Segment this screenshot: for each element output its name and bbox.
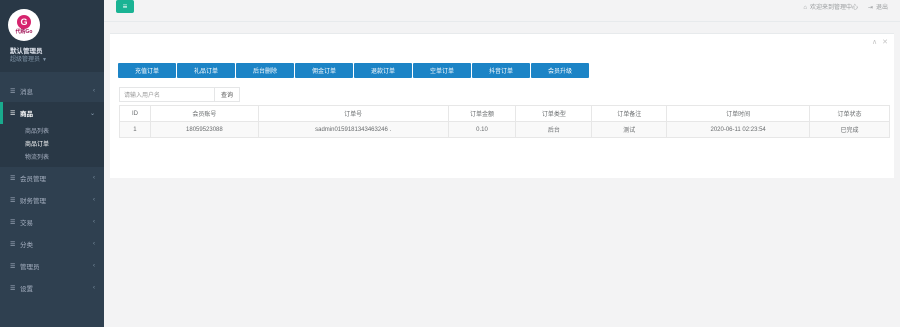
search-button[interactable]: 查询 <box>215 87 240 102</box>
hamburger-icon: ≡ <box>122 2 128 11</box>
cell-order-note: 测试 <box>591 121 668 138</box>
chevron-down-icon: ⌄ <box>89 110 95 117</box>
sidebar-item-admins[interactable]: ☰ 管理员 ‹ <box>0 255 104 277</box>
top-navbar: ≡ ⌂ 欢迎来到管理中心 ⇥ 退出 <box>104 0 900 22</box>
orders-table: ID 会员账号 订单号 订单金额 订单类型 订单备注 订单时间 订单状态 1 1… <box>119 105 890 138</box>
welcome-text: 欢迎来到管理中心 <box>809 5 858 11</box>
column-header[interactable]: 订单备注 <box>591 105 668 122</box>
column-header[interactable]: 订单时间 <box>666 105 811 122</box>
gift-orders-button[interactable]: 礼品订单 <box>177 63 235 78</box>
table-header-row: ID 会员账号 订单号 订单金额 订单类型 订单备注 订单时间 订单状态 <box>119 105 890 122</box>
avatar[interactable]: G 代购Go <box>8 9 40 41</box>
menu-toggle-button[interactable]: ≡ <box>116 0 134 13</box>
sidebar-item-categories[interactable]: ☰ 分类 ‹ <box>0 233 104 255</box>
cell-order-status: 已完成 <box>809 121 890 138</box>
member-upgrade-button[interactable]: 会员升级 <box>531 63 589 78</box>
sidebar-item-label: 分类 <box>20 242 33 249</box>
sidebar-item-finance[interactable]: ☰ 财务管理 ‹ <box>0 189 104 211</box>
column-header[interactable]: 订单号 <box>257 105 449 122</box>
brand-logo-text: 代购Go <box>15 29 33 35</box>
brand-logo-mark: G <box>17 15 31 29</box>
douyin-orders-button[interactable]: 抖音订单 <box>472 63 530 78</box>
sidebar-item-settings[interactable]: ☰ 设置 ‹ <box>0 277 104 299</box>
refund-orders-button[interactable]: 退款订单 <box>354 63 412 78</box>
chevron-left-icon: ‹ <box>93 197 95 203</box>
caret-down-icon: ▼ <box>42 57 47 63</box>
admin-delete-button[interactable]: 后台删除 <box>236 63 294 78</box>
cell-order-number: sadmin0159181343463246 . <box>257 121 449 138</box>
chevron-left-icon: ‹ <box>93 285 95 291</box>
sign-out-icon: ⇥ <box>867 5 873 11</box>
column-header[interactable]: 会员账号 <box>149 105 259 122</box>
cell-member-account: 18059523088 <box>149 121 259 138</box>
chevron-left-icon: ‹ <box>93 263 95 269</box>
sidebar-item-label: 财务管理 <box>20 198 46 205</box>
profile-role-label: 超级管理员 <box>10 57 41 63</box>
chevron-left-icon: ‹ <box>93 88 95 94</box>
sidebar-item-label: 管理员 <box>20 264 40 271</box>
list-icon: ☰ <box>10 110 16 117</box>
sidebar: G 代购Go 默认管理员 超级管理员 ▼ ☰ 消息 ‹ ☰ 商品 ⌄ 商品列表 商… <box>0 0 104 327</box>
list-icon: ☰ <box>10 197 16 204</box>
submenu-item-product-orders[interactable]: 商品订单 <box>0 137 104 150</box>
empty-orders-button[interactable]: 空单订单 <box>413 63 471 78</box>
column-header[interactable]: 订单状态 <box>809 105 890 122</box>
cell-order-type: 后台 <box>515 121 593 138</box>
column-header[interactable]: ID <box>119 105 151 122</box>
sidebar-item-label: 设置 <box>20 286 33 293</box>
logout-link[interactable]: ⇥ 退出 <box>868 2 888 11</box>
orders-panel: ∧ ✕ 充值订单 礼品订单 后台删除 佣金订单 退款订单 空单订单 抖音订单 会… <box>110 33 894 178</box>
cell-id: 1 <box>119 121 151 138</box>
list-icon: ☰ <box>10 88 16 95</box>
sidebar-item-label: 会员管理 <box>20 176 46 183</box>
sidebar-item-trade[interactable]: ☰ 交易 ‹ <box>0 211 104 233</box>
welcome-link[interactable]: ⌂ 欢迎来到管理中心 <box>803 2 858 11</box>
sidebar-item-members[interactable]: ☰ 会员管理 ‹ <box>0 167 104 189</box>
commission-orders-button[interactable]: 佣金订单 <box>295 63 353 78</box>
sidebar-menu: ☰ 消息 ‹ ☰ 商品 ⌄ 商品列表 商品订单 物流列表 ☰ 会员管理 ‹ ☰ … <box>0 80 104 299</box>
close-icon[interactable]: ✕ <box>882 38 888 46</box>
recharge-orders-button[interactable]: 充值订单 <box>118 63 176 78</box>
chevron-left-icon: ‹ <box>93 175 95 181</box>
list-icon: ☰ <box>10 241 16 248</box>
panel-tools: ∧ ✕ <box>872 38 888 46</box>
column-header[interactable]: 订单金额 <box>447 105 517 122</box>
collapse-icon[interactable]: ∧ <box>872 38 877 46</box>
username-search-input[interactable]: 请输入用户名 <box>119 87 215 102</box>
home-icon: ⌂ <box>803 5 807 11</box>
list-icon: ☰ <box>10 285 16 292</box>
table-row[interactable]: 1 18059523088 sadmin0159181343463246 . 0… <box>119 121 890 138</box>
list-icon: ☰ <box>10 175 16 182</box>
sidebar-item-label: 商品 <box>20 111 33 118</box>
logout-text: 退出 <box>875 5 888 11</box>
submenu-item-product-list[interactable]: 商品列表 <box>0 124 104 137</box>
sidebar-item-label: 交易 <box>20 220 33 227</box>
sidebar-item-products[interactable]: ☰ 商品 ⌄ <box>0 102 104 124</box>
submenu-item-logistics-list[interactable]: 物流列表 <box>0 150 104 163</box>
products-submenu: 商品列表 商品订单 物流列表 <box>0 124 104 167</box>
profile-section: G 代购Go 默认管理员 超级管理员 ▼ <box>0 0 104 72</box>
column-header[interactable]: 订单类型 <box>515 105 593 122</box>
chevron-left-icon: ‹ <box>93 241 95 247</box>
cell-order-time: 2020-06-11 02:23:54 <box>666 121 811 138</box>
order-type-buttons: 充值订单 礼品订单 后台删除 佣金订单 退款订单 空单订单 抖音订单 会员升级 <box>118 63 589 78</box>
sidebar-item-label: 消息 <box>20 89 33 96</box>
profile-role-dropdown[interactable]: 超级管理员 ▼ <box>10 54 47 63</box>
sidebar-item-messages[interactable]: ☰ 消息 ‹ <box>0 80 104 102</box>
chevron-left-icon: ‹ <box>93 219 95 225</box>
search-bar: 请输入用户名 查询 <box>119 87 240 102</box>
list-icon: ☰ <box>10 263 16 270</box>
cell-order-amount: 0.10 <box>447 121 517 138</box>
main-content: ∧ ✕ 充值订单 礼品订单 后台删除 佣金订单 退款订单 空单订单 抖音订单 会… <box>104 33 900 327</box>
list-icon: ☰ <box>10 219 16 226</box>
top-right-links: ⌂ 欢迎来到管理中心 ⇥ 退出 <box>803 2 888 11</box>
